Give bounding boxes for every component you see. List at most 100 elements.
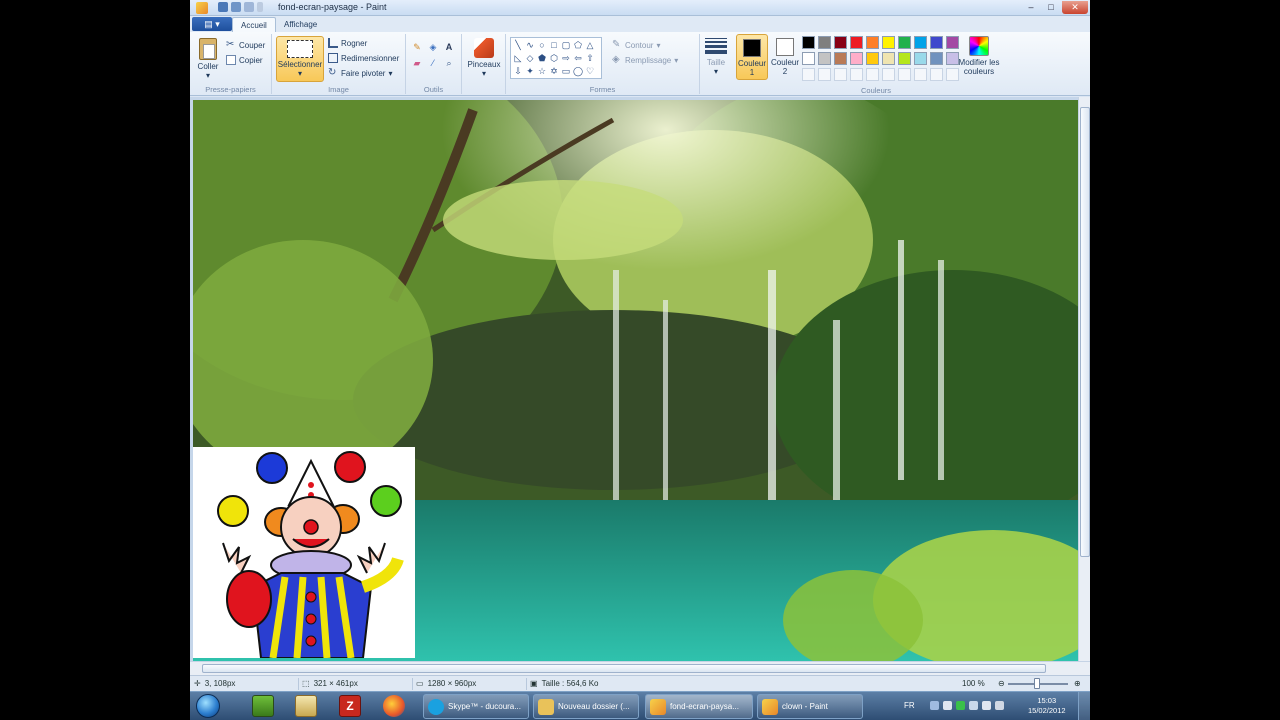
text-icon[interactable]: A [442, 40, 456, 54]
color2-button[interactable]: Couleur 2 [770, 34, 800, 80]
custom-color-slot[interactable] [882, 68, 895, 81]
four-point-star-shape-icon[interactable]: ✦ [525, 66, 535, 76]
palette-color-swatch[interactable] [866, 52, 879, 65]
palette-color-swatch[interactable] [850, 52, 863, 65]
heart-shape-icon[interactable]: ♡ [585, 66, 595, 76]
brushes-button[interactable]: Pinceaux ▾ [466, 38, 502, 78]
clown-image[interactable] [193, 447, 415, 659]
power-icon[interactable] [995, 701, 1004, 710]
five-point-star-shape-icon[interactable]: ☆ [537, 66, 547, 76]
copy-button[interactable]: Copier [226, 55, 263, 65]
explorer-pin-icon[interactable] [295, 695, 317, 717]
triangle-shape-icon[interactable]: △ [585, 40, 595, 50]
customize-quick-access-icon[interactable] [257, 2, 263, 12]
paint-menu-button[interactable]: ▤ ▾ [192, 17, 232, 31]
pencil-icon[interactable]: ✎ [410, 40, 424, 54]
right-triangle-shape-icon[interactable]: ◺ [513, 53, 523, 63]
filezilla-pin-icon[interactable]: Z [339, 695, 361, 717]
hexagon-shape-icon[interactable]: ⬡ [549, 53, 559, 63]
maximize-button[interactable]: □ [1042, 1, 1060, 14]
minecraft-pin-icon[interactable] [252, 695, 274, 717]
tray-expand-icon[interactable] [930, 701, 939, 710]
palette-color-swatch[interactable] [818, 52, 831, 65]
palette-color-swatch[interactable] [802, 52, 815, 65]
clock[interactable]: 15:03 15/02/2012 [1028, 696, 1066, 716]
vertical-scrollbar[interactable] [1078, 97, 1090, 661]
tab-affichage[interactable]: Affichage [276, 17, 325, 32]
palette-color-swatch[interactable] [930, 36, 943, 49]
palette-color-swatch[interactable] [850, 36, 863, 49]
resize-button[interactable]: Redimensionner [328, 53, 399, 63]
edit-colors-button[interactable]: Modifier les couleurs [956, 34, 1002, 82]
color1-button[interactable]: Couleur 1 [736, 34, 768, 80]
language-indicator[interactable]: FR [904, 701, 915, 710]
firefox-pin-icon[interactable] [383, 695, 405, 717]
custom-color-slot[interactable] [930, 68, 943, 81]
callout-shape-icon[interactable]: ▭ [561, 66, 571, 76]
close-button[interactable]: ✕ [1062, 1, 1088, 14]
oval-callout-shape-icon[interactable]: ◯ [573, 66, 583, 76]
up-arrow-shape-icon[interactable]: ⇧ [585, 53, 595, 63]
canvas-area[interactable] [190, 97, 1090, 661]
horizontal-scroll-thumb[interactable] [202, 664, 1046, 673]
shapes-gallery[interactable]: ╲ ∿ ○ □ ▢ ⬠ △ ◺ ◇ ⬟ ⬡ ⇨ ⇦ ⇧ ⇩ ✦ ☆ ✡ ▭ ◯ [510, 37, 602, 79]
minimize-button[interactable]: – [1022, 1, 1040, 14]
palette-color-swatch[interactable] [914, 36, 927, 49]
palette-color-swatch[interactable] [834, 36, 847, 49]
start-button[interactable] [196, 694, 220, 718]
crop-button[interactable]: Rogner [328, 38, 367, 48]
taskbar-item-clown-paint[interactable]: clown - Paint [757, 694, 863, 719]
palette-color-swatch[interactable] [834, 52, 847, 65]
custom-color-slot[interactable] [850, 68, 863, 81]
zoom-in-button[interactable]: ⊕ [1074, 679, 1081, 688]
pentagon-shape-icon[interactable]: ⬟ [537, 53, 547, 63]
network-icon[interactable] [969, 701, 978, 710]
zoom-slider-thumb[interactable] [1034, 678, 1040, 689]
oval-shape-icon[interactable]: ○ [537, 40, 547, 50]
cut-button[interactable]: ✂ Couper [226, 40, 265, 50]
custom-color-slot[interactable] [802, 68, 815, 81]
diamond-shape-icon[interactable]: ◇ [525, 53, 535, 63]
size-button[interactable]: Taille ▾ [698, 34, 734, 80]
palette-color-swatch[interactable] [866, 36, 879, 49]
palette-color-swatch[interactable] [930, 52, 943, 65]
polygon-shape-icon[interactable]: ⬠ [573, 40, 583, 50]
palette-color-swatch[interactable] [818, 36, 831, 49]
flag-icon[interactable] [943, 701, 952, 710]
palette-color-swatch[interactable] [914, 52, 927, 65]
eraser-icon[interactable]: ▰ [410, 56, 424, 70]
custom-color-slot[interactable] [866, 68, 879, 81]
taskbar-item-skype[interactable]: Skype™ - ducoura... [423, 694, 529, 719]
custom-color-slot[interactable] [818, 68, 831, 81]
vertical-scroll-thumb[interactable] [1080, 107, 1090, 557]
taskbar-item-fond-ecran-paysage[interactable]: fond-ecran-paysa... [645, 694, 753, 719]
redo-icon[interactable] [244, 2, 254, 12]
palette-color-swatch[interactable] [898, 36, 911, 49]
palette-color-swatch[interactable] [898, 52, 911, 65]
paint-app-icon[interactable] [196, 2, 208, 14]
rotate-button[interactable]: ↻ Faire pivoter ▾ [328, 68, 392, 78]
fill-button[interactable]: ◈ Remplissage ▾ [612, 55, 678, 65]
paste-button[interactable]: Coller ▾ [194, 38, 222, 80]
horizontal-scrollbar[interactable] [190, 661, 1090, 675]
line-shape-icon[interactable]: ╲ [513, 40, 523, 50]
custom-color-slot[interactable] [834, 68, 847, 81]
color-picker-icon[interactable]: ⁄ [426, 56, 440, 70]
outline-button[interactable]: ✎ Contour ▾ [612, 40, 660, 50]
magnifier-icon[interactable]: ⌕ [442, 56, 456, 70]
fill-bucket-icon[interactable]: ◈ [426, 40, 440, 54]
left-arrow-shape-icon[interactable]: ⇦ [573, 53, 583, 63]
zoom-out-button[interactable]: ⊖ [998, 679, 1005, 688]
rectangle-shape-icon[interactable]: □ [549, 40, 559, 50]
right-arrow-shape-icon[interactable]: ⇨ [561, 53, 571, 63]
curve-shape-icon[interactable]: ∿ [525, 40, 535, 50]
palette-color-swatch[interactable] [882, 36, 895, 49]
rounded-rect-shape-icon[interactable]: ▢ [561, 40, 571, 50]
taskbar-item-nouveau-dossier[interactable]: Nouveau dossier (... [533, 694, 639, 719]
security-shield-icon[interactable] [956, 701, 965, 710]
palette-color-swatch[interactable] [882, 52, 895, 65]
select-button[interactable]: Sélectionner ▾ [276, 36, 324, 82]
down-arrow-shape-icon[interactable]: ⇩ [513, 66, 523, 76]
volume-icon[interactable] [982, 701, 991, 710]
custom-color-slot[interactable] [914, 68, 927, 81]
